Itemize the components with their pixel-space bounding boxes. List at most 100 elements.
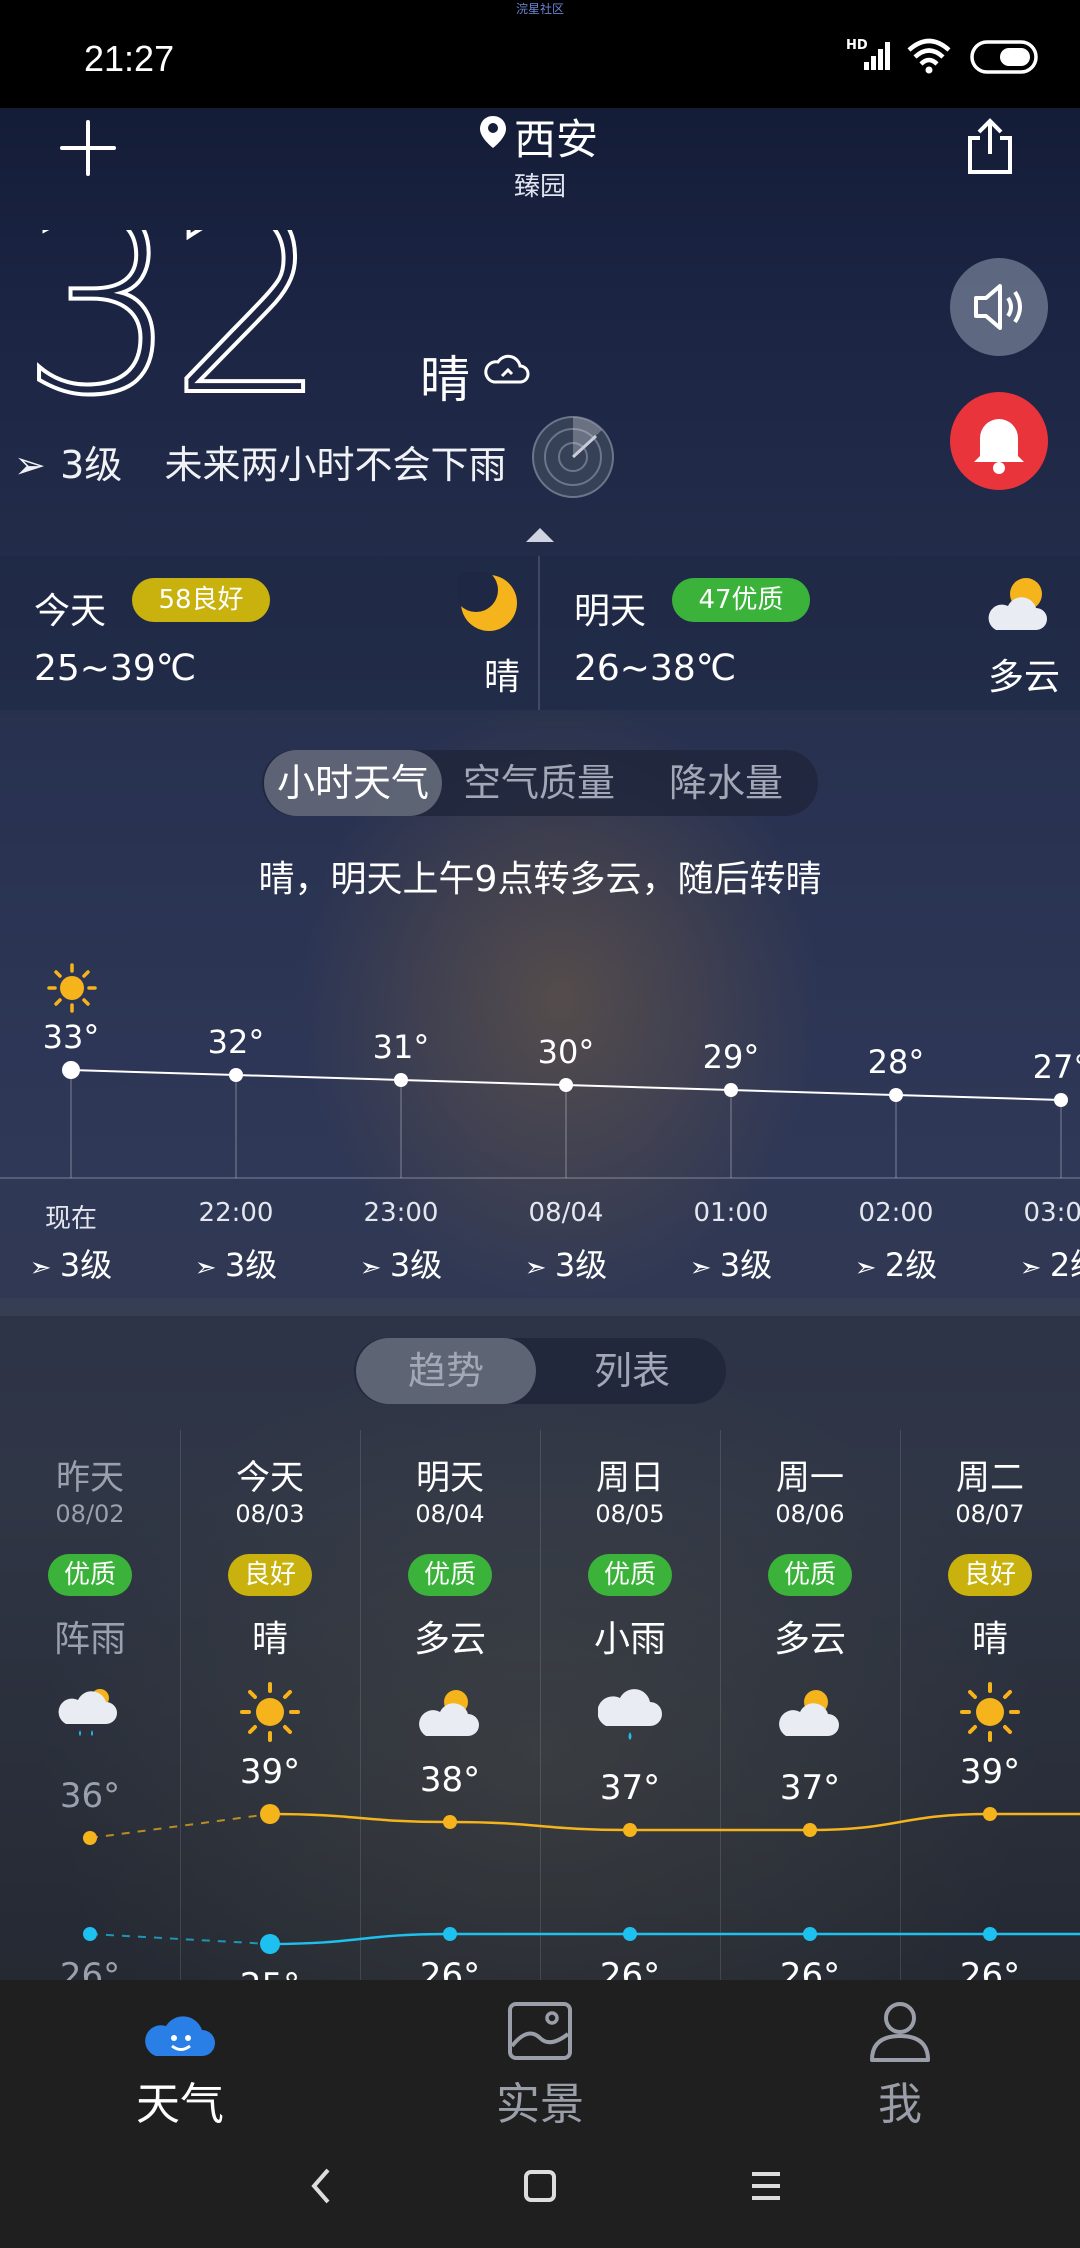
day-aqi-badge[interactable]: 优质: [768, 1554, 852, 1596]
hour-wind: ➣ 3级: [496, 1240, 636, 1286]
collapse-chevron-icon[interactable]: [526, 528, 554, 542]
daily-high-line-point: [803, 1823, 817, 1837]
wind-icon: ➣: [194, 1253, 225, 1283]
hourly-temperature-chart: [0, 1061, 1080, 1179]
daily-temperature-chart: [83, 1804, 1080, 1954]
nav-label-me: 我: [878, 2079, 922, 2130]
tab-list[interactable]: 列表: [540, 1338, 724, 1404]
day-aqi-badge[interactable]: 良好: [228, 1554, 312, 1596]
hour-time-label: 现在: [44, 1204, 97, 1234]
tab-hourly-weather[interactable]: 小时天气: [264, 750, 442, 816]
hour-wind-level: 3级: [719, 1246, 773, 1284]
today-aqi-badge[interactable]: 58良好: [132, 578, 270, 622]
daily-high-line-past-segment: [89, 1813, 271, 1839]
panel-divider: [538, 556, 540, 710]
day-name: 周日: [596, 1458, 664, 1498]
day-condition: 多云: [413, 1619, 486, 1660]
tomorrow-aqi-badge[interactable]: 47优质: [672, 578, 810, 622]
wifi-icon: [907, 38, 951, 74]
partly-cloudy-icon: [419, 1690, 479, 1736]
hour-time-label: 02:00: [858, 1198, 934, 1228]
cellular-signal-icon: [864, 42, 890, 70]
wind-icon: ➣: [854, 1253, 885, 1283]
city-selector[interactable]: 西安: [514, 106, 674, 167]
tab-trend[interactable]: 趋势: [356, 1338, 536, 1404]
status-tiny-label: 浣星社区: [515, 2, 564, 16]
hour-temp-label: 29°: [702, 1038, 760, 1076]
hour-temp-label: 27°: [1032, 1048, 1080, 1086]
day-aqi-badge[interactable]: 良好: [948, 1554, 1032, 1596]
radar-button[interactable]: [530, 414, 616, 500]
daily-low-line-point: [443, 1927, 457, 1941]
today-condition: 晴: [483, 657, 520, 698]
daily-high-line-point: [623, 1823, 637, 1837]
day-name: 周一: [776, 1458, 844, 1498]
hour-time-label: 01:00: [693, 1198, 769, 1228]
district-name: 臻园: [513, 172, 566, 202]
share-button[interactable]: [964, 116, 1016, 176]
weather-alert-button[interactable]: [950, 392, 1048, 490]
daily-low-line-point: [803, 1927, 817, 1941]
nav-label-weather: 天气: [136, 2079, 224, 2130]
system-back-button[interactable]: [304, 2164, 340, 2208]
speaker-icon: [974, 284, 1022, 330]
hour-temp-point: [889, 1088, 903, 1102]
day-name: 周二: [956, 1458, 1024, 1498]
hour-wind-level: 3级: [59, 1246, 113, 1284]
photo-scene-icon: [508, 2002, 572, 2060]
hour-temp-point: [559, 1078, 573, 1092]
day-aqi-badge[interactable]: 优质: [48, 1554, 132, 1596]
tab-air-quality[interactable]: 空气质量: [446, 750, 632, 816]
add-city-button[interactable]: [58, 118, 118, 178]
moon-icon: [458, 572, 517, 631]
light-rain-icon: [598, 1689, 662, 1740]
day-aqi-badge[interactable]: 优质: [408, 1554, 492, 1596]
day-date: 08/04: [415, 1500, 485, 1528]
daily-low-line-past-segment: [89, 1933, 271, 1945]
hour-time-label: 22:00: [198, 1198, 274, 1228]
nav-item-scene[interactable]: 实景: [440, 1996, 640, 2132]
current-temperature: 32: [18, 230, 330, 420]
hour-time-label: 23:00: [363, 1198, 439, 1228]
day-condition: 小雨: [593, 1619, 666, 1660]
partly-cloudy-icon: [779, 1690, 839, 1736]
current-condition: 晴: [420, 351, 470, 409]
voice-broadcast-button[interactable]: [950, 258, 1048, 356]
wind-icon: ➣: [524, 1253, 555, 1283]
daily-low-line-point: [83, 1927, 97, 1941]
nav-item-weather[interactable]: 天气: [80, 1996, 280, 2132]
daily-high-line: [269, 1812, 1080, 1832]
day-date: 08/06: [775, 1500, 845, 1528]
current-wind-level: 3级: [60, 443, 123, 487]
day-name: 昨天: [56, 1458, 124, 1498]
wind-icon: ➣: [1019, 1253, 1050, 1283]
current-temperature-clip: 32: [0, 230, 420, 420]
wind-icon: ➣: [689, 1253, 720, 1283]
hour-wind: ➣ 3级: [661, 1240, 801, 1286]
daily-high-line-point: [983, 1807, 997, 1821]
bell-icon: [974, 419, 1024, 474]
day-aqi-badge[interactable]: 优质: [588, 1554, 672, 1596]
hour-temp-point: [62, 1061, 80, 1079]
nav-item-me[interactable]: 我: [800, 1996, 1000, 2132]
daily-low-line-point: [623, 1927, 637, 1941]
daily-high-line-point: [83, 1831, 97, 1845]
hour-wind-level: 3级: [389, 1246, 443, 1284]
daily-low-line-point: [260, 1934, 280, 1954]
hour-wind: ➣ 3级: [331, 1240, 471, 1286]
hour-time-label: 08/04: [528, 1198, 604, 1228]
sun-icon: [240, 1682, 300, 1742]
rain-shower-icon: [58, 1689, 117, 1736]
daily-high-line-point: [443, 1815, 457, 1829]
wind-icon: ➣: [359, 1253, 390, 1283]
day-condition: 晴: [251, 1619, 288, 1660]
daily-high-line-point: [260, 1804, 280, 1824]
hour-wind-level: 3级: [224, 1246, 278, 1284]
hour-wind-level: 2级: [1049, 1246, 1080, 1284]
hour-temp-label: 28°: [867, 1043, 925, 1081]
hour-temp-point: [1054, 1093, 1068, 1107]
location-pin-icon: [480, 116, 506, 148]
system-menu-button[interactable]: [746, 2166, 786, 2206]
tab-precipitation[interactable]: 降水量: [636, 750, 816, 816]
system-home-button[interactable]: [520, 2166, 560, 2206]
